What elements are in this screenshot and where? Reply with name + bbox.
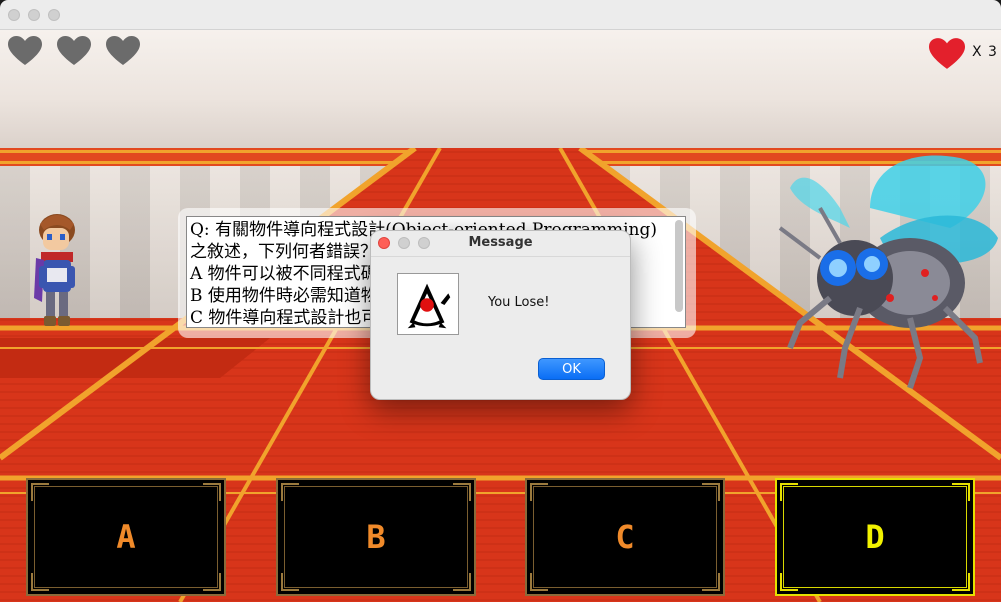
- minimize-window-button[interactable]: [28, 9, 40, 21]
- enemy-heart-icon: [929, 38, 965, 69]
- question-scrollbar[interactable]: [675, 220, 683, 312]
- game-scene: X 3 Q: 有關物件導向程式設計(Object-oriented ing)之敘…: [0, 30, 1001, 602]
- answer-label: A: [116, 518, 136, 556]
- empty-heart-icon: [8, 36, 42, 65]
- answer-button-c[interactable]: C: [525, 478, 725, 596]
- dialog-message: You Lose!: [488, 295, 550, 310]
- answer-label: B: [366, 518, 386, 556]
- message-dialog: Message You Lose! OK: [370, 230, 631, 400]
- answer-button-a[interactable]: A: [26, 478, 226, 596]
- answer-label: D: [865, 518, 885, 556]
- close-window-button[interactable]: [8, 9, 20, 21]
- answer-button-d[interactable]: D: [775, 478, 975, 596]
- enemy-lives-count: X 3: [972, 44, 998, 60]
- answer-label: C: [615, 518, 635, 556]
- java-duke-icon: [397, 273, 459, 335]
- hall-wall: [0, 30, 1001, 155]
- robot-bee-enemy: [778, 155, 998, 389]
- hero-character: [34, 214, 75, 326]
- ok-button[interactable]: OK: [538, 358, 605, 380]
- game-window: X 3 Q: 有關物件導向程式設計(Object-oriented ing)之敘…: [0, 0, 1001, 602]
- zoom-window-button[interactable]: [48, 9, 60, 21]
- answer-button-b[interactable]: B: [276, 478, 476, 596]
- empty-heart-icon: [57, 36, 91, 65]
- empty-heart-icon: [106, 36, 140, 65]
- title-bar: [0, 0, 1001, 30]
- dialog-title: Message: [468, 235, 533, 250]
